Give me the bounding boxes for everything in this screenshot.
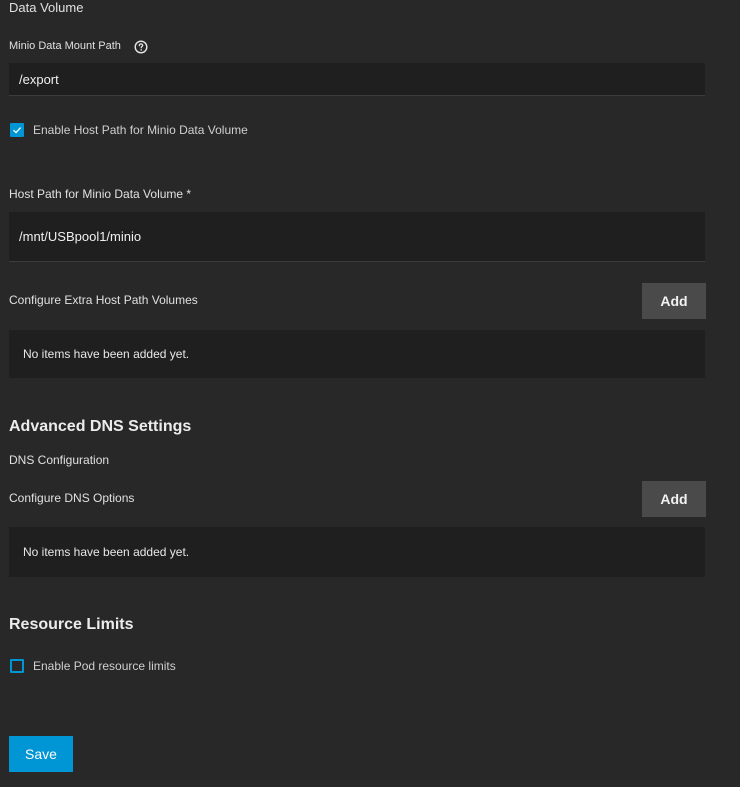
resource-limits-heading: Resource Limits bbox=[9, 616, 134, 633]
extra-volumes-empty-list: No items have been added yet. bbox=[9, 330, 705, 378]
dns-options-label: Configure DNS Options bbox=[9, 491, 135, 505]
add-dns-option-button[interactable]: Add bbox=[642, 481, 706, 517]
dns-options-empty-list: No items have been added yet. bbox=[9, 527, 705, 577]
dns-options-empty-message: No items have been added yet. bbox=[23, 545, 190, 559]
extra-volumes-label: Configure Extra Host Path Volumes bbox=[9, 293, 198, 307]
host-path-input[interactable]: /mnt/USBpool1/minio bbox=[9, 212, 705, 262]
pod-limits-checkbox-label[interactable]: Enable Pod resource limits bbox=[33, 659, 176, 673]
mount-path-input[interactable]: /export bbox=[9, 63, 705, 96]
mount-path-value: /export bbox=[19, 71, 59, 87]
save-button[interactable]: Save bbox=[9, 736, 73, 772]
dns-config-label: DNS Configuration bbox=[9, 453, 110, 467]
extra-volumes-empty-message: No items have been added yet. bbox=[23, 347, 190, 361]
pod-limits-checkbox[interactable] bbox=[10, 659, 24, 673]
add-extra-volume-button[interactable]: Add bbox=[642, 283, 706, 319]
host-path-label: Host Path for Minio Data Volume * bbox=[9, 187, 192, 201]
data-volume-section-title: Data Volume bbox=[9, 0, 84, 15]
app-form-page: Data Volume Minio Data Mount Path /expor… bbox=[0, 0, 740, 787]
mount-path-label: Minio Data Mount Path bbox=[9, 40, 121, 52]
host-path-checkbox-label[interactable]: Enable Host Path for Minio Data Volume bbox=[33, 123, 248, 137]
checkmark-icon bbox=[13, 127, 22, 134]
help-circle-icon[interactable] bbox=[134, 40, 148, 54]
host-path-checkbox[interactable] bbox=[10, 123, 24, 137]
host-path-value: /mnt/USBpool1/minio bbox=[19, 229, 142, 244]
dns-section-heading: Advanced DNS Settings bbox=[9, 418, 192, 435]
